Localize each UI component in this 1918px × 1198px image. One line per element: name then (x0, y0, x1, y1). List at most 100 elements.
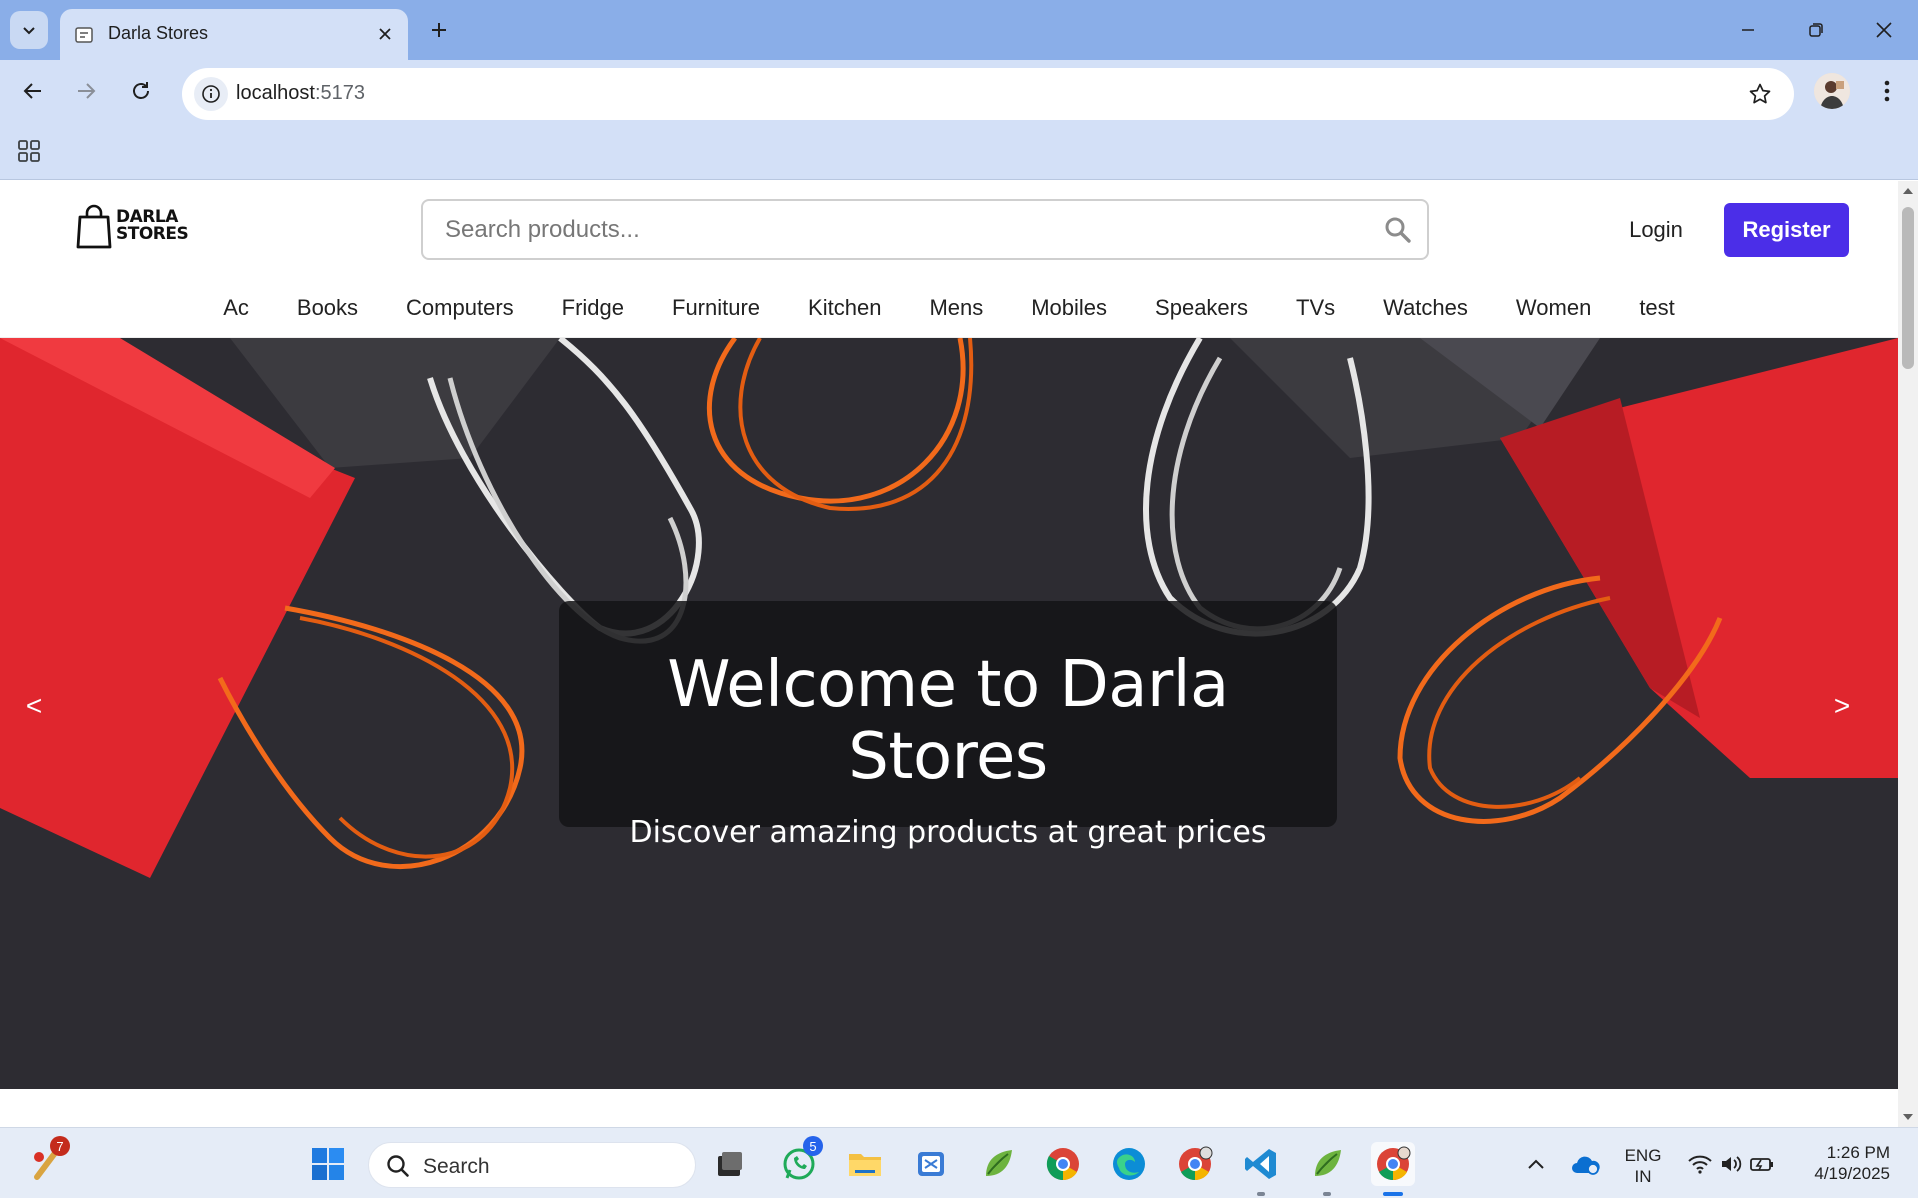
chevron-down-icon (23, 27, 35, 35)
scroll-down-arrow-icon[interactable] (1902, 1111, 1914, 1123)
taskbar-app-spring-tool[interactable] (976, 1142, 1020, 1186)
scrollbar-thumb[interactable] (1902, 207, 1914, 369)
spring-leaf-icon (1315, 1150, 1341, 1176)
taskbar-app-edge[interactable] (1107, 1142, 1151, 1186)
taskbar-search-box[interactable]: Search (368, 1142, 696, 1188)
taskbar-app-spring-tool-2[interactable] (1305, 1142, 1349, 1196)
notification-badge: 5 (803, 1136, 823, 1156)
language-indicator[interactable]: ENG IN (1618, 1145, 1668, 1187)
reload-button[interactable] (122, 72, 160, 110)
category-link[interactable]: test (1615, 278, 1698, 338)
bookmarks-bar (0, 122, 1918, 180)
folder-icon (849, 1154, 881, 1176)
address-url[interactable]: localhost:5173 (236, 82, 365, 105)
back-button[interactable] (14, 72, 52, 110)
category-link[interactable]: Mens (905, 278, 1007, 338)
web-page: DARLA STORES Login Register AcBooksCompu… (0, 181, 1898, 1127)
product-search-box (421, 199, 1429, 260)
task-view-icon (718, 1152, 742, 1176)
taskbar-app-vscode[interactable] (1239, 1142, 1283, 1196)
more-vertical-icon (1884, 80, 1890, 102)
taskbar-app-chrome-active[interactable] (1371, 1142, 1415, 1196)
tab-title: Darla Stores (108, 23, 209, 43)
category-link[interactable]: Computers (382, 278, 538, 338)
notification-badge: 7 (50, 1136, 70, 1156)
language-code: ENG (1624, 1146, 1662, 1165)
star-icon (1749, 83, 1771, 104)
category-list: Ac Books Computers Fridge Furniture Kitchen Me… (0, 278, 1898, 338)
site-info-button[interactable] (194, 77, 228, 111)
carousel-prev-button[interactable]: < (14, 686, 54, 726)
search-input[interactable] (423, 201, 1427, 258)
carousel-next-button[interactable]: > (1822, 686, 1862, 726)
tab-close-button[interactable] (372, 21, 398, 47)
scroll-up-arrow-icon[interactable] (1902, 185, 1914, 197)
url-host: localhost (236, 82, 315, 104)
login-button[interactable]: Login (1606, 206, 1706, 254)
register-button[interactable]: Register (1724, 203, 1849, 257)
category-link[interactable]: Mobiles (1007, 278, 1131, 338)
forward-button[interactable] (67, 72, 105, 110)
minimize-icon (1742, 29, 1754, 31)
bookmark-star-button[interactable] (1746, 80, 1774, 108)
start-button[interactable] (306, 1142, 350, 1186)
apps-button[interactable] (14, 136, 44, 166)
category-link[interactable]: Fridge (538, 278, 648, 338)
volume-icon (1722, 1156, 1742, 1172)
quick-settings-button[interactable] (1676, 1142, 1786, 1186)
category-link[interactable]: Books (273, 278, 382, 338)
search-icon[interactable] (1383, 215, 1413, 245)
wifi-icon (1688, 1155, 1712, 1174)
onedrive-cloud-icon (1572, 1156, 1600, 1175)
active-app-indicator (1383, 1192, 1403, 1196)
taskbar-app-snipping[interactable] (909, 1142, 953, 1186)
restore-icon (1809, 23, 1823, 37)
clock[interactable]: 1:26 PM 4/19/2025 (1800, 1142, 1890, 1184)
chevron-up-icon (1528, 1159, 1544, 1169)
spring-leaf-icon (986, 1150, 1012, 1176)
browser-tab-active[interactable]: Darla Stores (60, 9, 408, 60)
vscode-icon (1245, 1149, 1276, 1179)
avatar-icon (1814, 73, 1850, 109)
windows-taskbar: 7 Search 5 ENG IN 1:26 PM 4/19/2025 (0, 1127, 1918, 1198)
onedrive-button[interactable] (1564, 1142, 1608, 1186)
plus-icon (432, 23, 446, 37)
taskbar-app-file-explorer[interactable] (843, 1142, 887, 1186)
browser-tab-bar: Darla Stores (0, 0, 1918, 60)
category-link[interactable]: Speakers (1131, 278, 1272, 338)
category-link[interactable]: TVs (1272, 278, 1359, 338)
show-hidden-icons-button[interactable] (1514, 1142, 1558, 1186)
site-header: DARLA STORES Login Register (0, 181, 1898, 278)
minimize-window-button[interactable] (1720, 8, 1776, 52)
search-icon (387, 1155, 409, 1177)
category-link[interactable]: Ac (199, 278, 273, 338)
running-indicator (1257, 1192, 1265, 1196)
category-link[interactable]: Kitchen (784, 278, 905, 338)
restore-window-button[interactable] (1788, 8, 1844, 52)
site-logo[interactable]: DARLA STORES (76, 203, 189, 249)
shopping-bag-icon (76, 204, 112, 249)
clock-date: 4/19/2025 (1814, 1164, 1890, 1183)
taskbar-app-chrome[interactable] (1041, 1142, 1085, 1186)
category-link[interactable]: Watches (1359, 278, 1492, 338)
category-link[interactable]: Women (1492, 278, 1615, 338)
browser-toolbar: localhost:5173 (0, 60, 1918, 122)
taskbar-app-cricket[interactable]: 7 (24, 1136, 70, 1186)
apps-grid-icon (18, 140, 40, 162)
category-link[interactable]: Furniture (648, 278, 784, 338)
close-window-button[interactable] (1856, 8, 1912, 52)
chrome-icon (1179, 1146, 1213, 1181)
region-code: IN (1634, 1167, 1652, 1186)
page-scrollbar[interactable] (1898, 181, 1918, 1127)
tab-search-dropdown-button[interactable] (10, 11, 48, 49)
new-tab-button[interactable] (422, 13, 456, 47)
battery-charging-icon (1750, 1158, 1773, 1171)
taskbar-search-label: Search (423, 1155, 490, 1178)
taskbar-app-chrome-profile[interactable] (1173, 1142, 1217, 1186)
taskbar-task-view[interactable] (708, 1142, 752, 1186)
browser-menu-button[interactable] (1872, 72, 1902, 110)
profile-avatar[interactable] (1814, 73, 1850, 109)
reload-icon (133, 82, 149, 99)
address-bar[interactable]: localhost:5173 (182, 68, 1794, 120)
taskbar-app-whatsapp[interactable]: 5 (777, 1136, 823, 1186)
